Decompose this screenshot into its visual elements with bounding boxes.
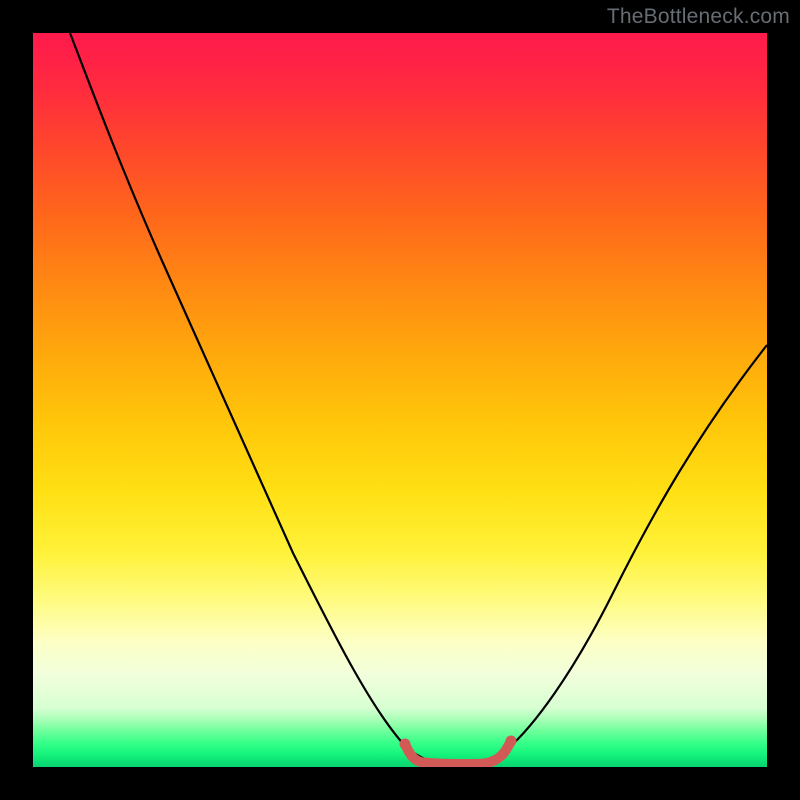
chart-frame: TheBottleneck.com <box>0 0 800 800</box>
watermark-text: TheBottleneck.com <box>607 5 790 29</box>
bottleneck-curve <box>70 33 767 764</box>
bottleneck-curve-svg <box>33 33 767 767</box>
marker-start-dot <box>400 739 411 750</box>
optimal-range-marker <box>405 741 511 764</box>
marker-end-dot <box>506 736 517 747</box>
plot-area <box>33 33 767 767</box>
